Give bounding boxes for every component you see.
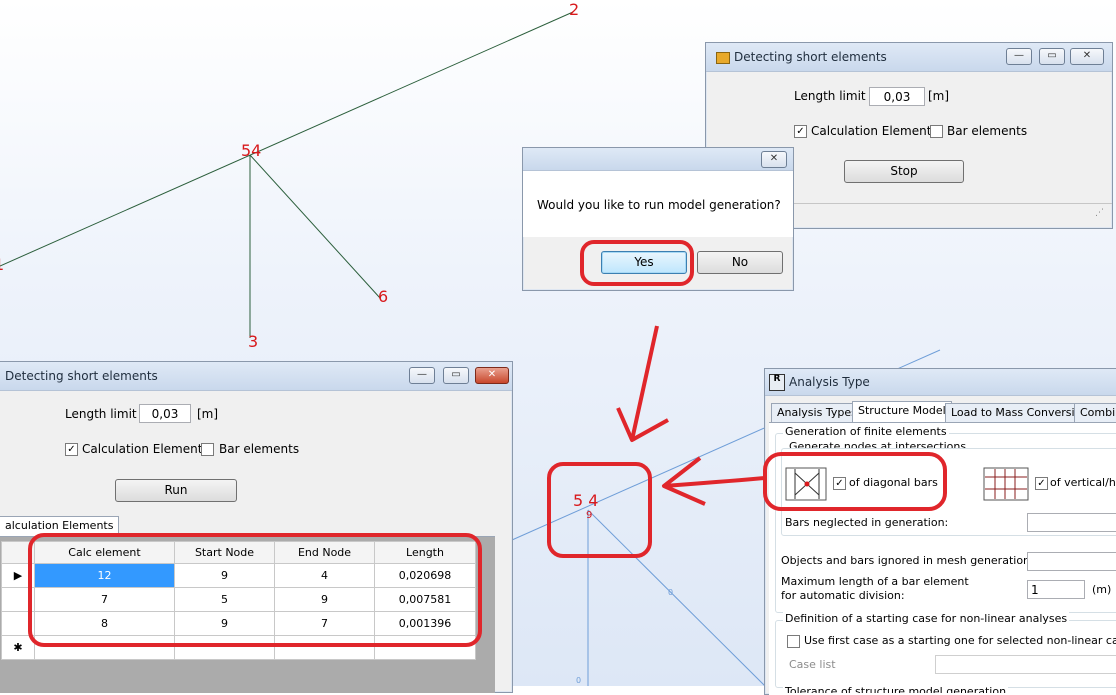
- diagonal-highlight-ring: [763, 452, 947, 511]
- resize-grip-icon[interactable]: ⋰: [1095, 208, 1104, 218]
- confirm-question: Would you like to run model generation?: [537, 198, 781, 212]
- nonlinear-group-title: Definition of a starting case for non-li…: [783, 612, 1070, 625]
- case-list-label: Case list: [789, 658, 836, 671]
- bar-5-6: [249, 154, 381, 299]
- bars-neglected-input[interactable]: [1027, 513, 1116, 532]
- length-limit-label: Length limit: [65, 407, 137, 421]
- gen-nodes-group-title: Generate nodes at intersections: [787, 440, 969, 448]
- arrow-left-shaft: [663, 476, 766, 488]
- vertical-horizontal-bars-icon[interactable]: [983, 467, 1029, 501]
- analysis-type-dialog: R Analysis Type Analysis Types Structure…: [764, 368, 1116, 695]
- length-limit-input[interactable]: 0,03: [869, 87, 925, 106]
- dialog-title: Detecting short elements: [5, 369, 158, 383]
- no-button[interactable]: No: [697, 251, 783, 274]
- detecting-dialog-main-titlebar[interactable]: Detecting short elements — ▭ ✕: [0, 362, 512, 391]
- tab-combinations[interactable]: Combin: [1074, 403, 1116, 422]
- gen-group-title: Generation of finite elements: [783, 425, 949, 438]
- stop-button[interactable]: Stop: [844, 160, 964, 183]
- node-label-3: 3: [248, 332, 259, 351]
- vertical-bars-checkbox[interactable]: ✓: [1035, 477, 1048, 490]
- objects-ignored-label: Objects and bars ignored in mesh generat…: [781, 554, 1034, 567]
- calc-elements-label: Calculation Elements: [811, 124, 938, 138]
- bars-neglected-label: Bars neglected in generation:: [785, 516, 949, 529]
- bar-1-2: [0, 11, 574, 267]
- length-limit-label: Length limit: [794, 89, 866, 103]
- length-limit-input[interactable]: 0,03: [139, 404, 191, 423]
- close-button[interactable]: ✕: [1070, 48, 1104, 65]
- length-unit: [m]: [197, 407, 219, 421]
- max-length-label-2: for automatic division:: [781, 589, 905, 602]
- minimize-button[interactable]: —: [409, 367, 435, 384]
- bar-elements-checkbox[interactable]: [930, 125, 943, 138]
- minimize-button[interactable]: —: [1006, 48, 1032, 65]
- zoom-highlight-ring: [547, 462, 652, 558]
- confirm-titlebar[interactable]: ✕: [523, 148, 793, 171]
- close-button[interactable]: ✕: [475, 367, 509, 384]
- objects-ignored-input[interactable]: [1027, 552, 1116, 571]
- arrow-down-head: [616, 407, 669, 442]
- analysis-titlebar[interactable]: R Analysis Type: [765, 369, 1116, 396]
- use-first-case-checkbox[interactable]: [787, 635, 800, 648]
- max-length-input[interactable]: 1: [1027, 580, 1085, 599]
- node-label-54: 54: [241, 141, 262, 160]
- node-label-6: 6: [378, 287, 389, 306]
- tab-structure-model[interactable]: Structure Model: [852, 401, 952, 423]
- bar-elements-checkbox[interactable]: [201, 443, 214, 456]
- maximize-button[interactable]: ▭: [443, 367, 469, 384]
- case-list-input[interactable]: [935, 655, 1116, 674]
- max-length-unit: (m): [1092, 583, 1112, 596]
- length-unit: [m]: [928, 89, 950, 103]
- zoom-mark-1: 0: [668, 588, 674, 597]
- dialog-title: Detecting short elements: [734, 50, 887, 64]
- app-icon: [716, 52, 730, 64]
- bar-elements-label: Bar elements: [947, 124, 1028, 138]
- arrow-left-head: [662, 456, 706, 506]
- max-length-label-1: Maximum length of a bar element: [781, 575, 969, 588]
- maximize-button[interactable]: ▭: [1039, 48, 1065, 65]
- robot-app-icon: R: [769, 374, 785, 391]
- use-first-case-label: Use first case as a starting one for sel…: [804, 634, 1116, 647]
- node-label-1: 1: [0, 255, 4, 274]
- confirm-close-button[interactable]: ✕: [761, 151, 787, 168]
- zoom-mark-2: 0: [576, 676, 582, 685]
- calc-elements-label: Calculation Elements: [82, 442, 209, 456]
- yes-highlight-ring: [580, 240, 694, 286]
- node-label-2: 2: [569, 0, 580, 19]
- detecting-dialog-top-titlebar[interactable]: Detecting short elements — ▭ ✕: [706, 43, 1112, 72]
- run-button[interactable]: Run: [115, 479, 237, 502]
- calc-elements-checkbox[interactable]: ✓: [794, 125, 807, 138]
- analysis-tabs: Analysis Types Structure Model Load to M…: [771, 401, 1116, 423]
- grid-highlight-ring: [28, 533, 482, 647]
- vertical-bars-label: of vertical/horiz: [1050, 476, 1116, 489]
- tab-load-to-mass[interactable]: Load to Mass Conversion: [945, 403, 1095, 422]
- analysis-title: Analysis Type: [789, 375, 870, 389]
- nonlinear-group-box: [775, 620, 1116, 688]
- arrow-down-shaft: [630, 325, 659, 441]
- calc-elements-checkbox[interactable]: ✓: [65, 443, 78, 456]
- tolerance-group-title: Tolerance of structure model generation: [783, 685, 1009, 693]
- tab-analysis-types[interactable]: Analysis Types: [771, 403, 863, 422]
- bar-elements-label: Bar elements: [219, 442, 300, 456]
